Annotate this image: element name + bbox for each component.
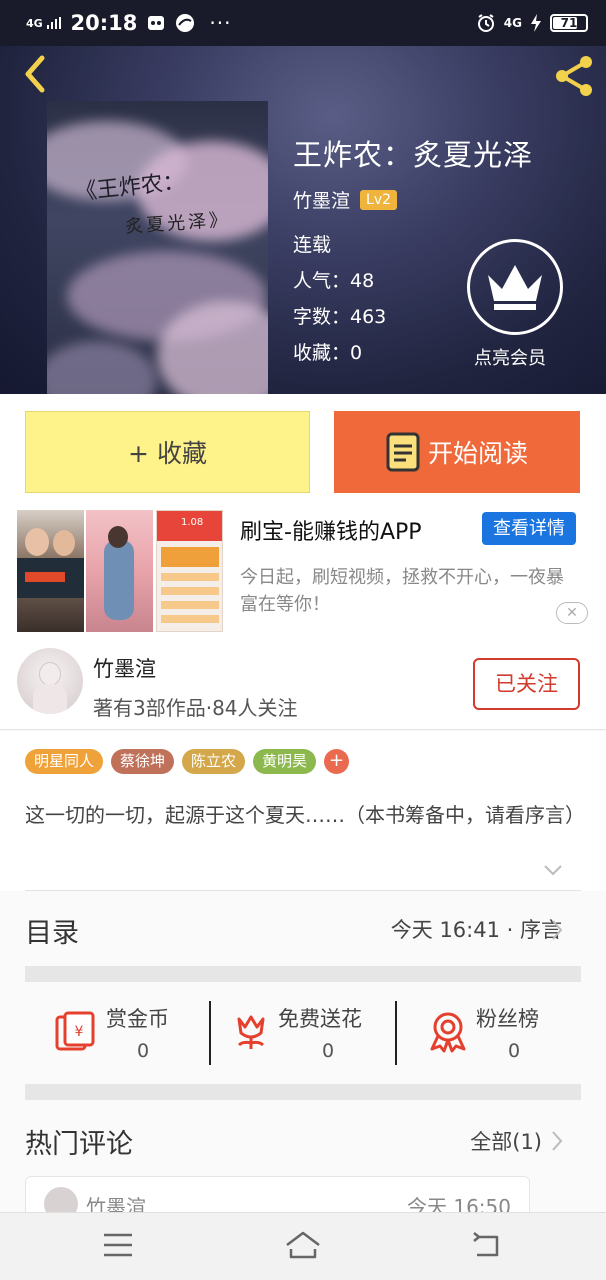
ad-banner[interactable]: 1.08 刷宝-能赚钱的APP 查看详情 今日起，刷短视频，拯救不开心，一夜暴富… [0,504,606,638]
book-cover[interactable]: 《王炸农： 炙夏光泽》 [47,101,268,394]
status-bar: 4G 20:18 ··· 4G 71 [0,0,606,46]
charging-icon [531,14,541,32]
system-nav-bar [0,1212,606,1280]
start-reading-button[interactable]: 开始阅读 [334,411,580,493]
toc-row[interactable]: 目录 今天 16:41 · 序言 [0,891,606,966]
start-reading-label: 开始阅读 [427,439,528,468]
clock: 20:18 [70,11,138,35]
menu-icon[interactable] [98,1227,138,1263]
tag-pill[interactable]: 明星同人 [25,749,104,774]
home-icon[interactable] [283,1227,323,1263]
author-info: 著有3部作品·84人关注 [93,696,298,720]
app-notification-icon [148,16,165,30]
crown-icon [488,265,542,310]
chevron-right-icon [552,920,563,940]
network-type: 4G [503,16,522,30]
alarm-icon [477,14,494,32]
comments-all-link[interactable]: 全部(1) [470,1126,542,1156]
tag-pill[interactable]: 黄明昊 [253,749,317,774]
author-avatar[interactable] [17,648,83,714]
section-divider [25,1084,581,1100]
section-divider [25,966,581,982]
author-line: 竹墨渲 Lv2 [293,186,398,213]
more-notifications-icon: ··· [209,11,232,35]
member-label[interactable]: 点亮会员 [474,344,546,370]
svg-text:¥: ¥ [75,1024,84,1040]
medal-icon [430,1012,466,1053]
book-favorites: 收藏：0 [293,342,363,364]
toc-latest-chapter: 今天 16:41 · 序言 [390,918,562,942]
follow-button[interactable]: 已关注 [473,658,580,710]
book-intro: 明星同人 蔡徐坤 陈立农 黄明昊 + 这一切的一切，起源于这个夏天……（本书筹备中，请看… [0,731,606,891]
back-arrow-icon[interactable] [16,54,56,94]
stat-label: 赏金币 [106,1007,169,1031]
flower-icon [237,1015,265,1049]
stat-value: 0 [137,1040,150,1062]
divider [395,1001,397,1065]
signal-icon: 4G [26,17,61,29]
share-icon[interactable] [550,52,598,100]
stat-fan-ranking[interactable]: 粉丝榜 0 [420,983,580,1083]
book-icon [386,432,420,472]
stat-value: 0 [508,1040,521,1062]
author-card[interactable]: 竹墨渲 著有3部作品·84人关注 已关注 [0,638,606,730]
book-popularity: 人气：48 [293,270,375,292]
stat-reward-coin[interactable]: ¥ 赏金币 0 [45,983,205,1083]
ad-description: 今日起，刷短视频，拯救不开心，一夜暴富在等你！ [240,567,564,615]
stat-label: 粉丝榜 [476,1007,539,1031]
tag-pill[interactable]: 蔡徐坤 [111,749,175,774]
chevron-down-icon[interactable] [543,863,563,877]
tag-list: 明星同人 蔡徐坤 陈立农 黄明昊 + [25,749,350,774]
ad-close-button[interactable]: ✕ [556,602,588,624]
chevron-right-icon[interactable] [550,1130,564,1152]
action-bar: + 收藏 开始阅读 [0,394,606,504]
stats-row: ¥ 赏金币 0 免费送花 0 粉丝榜 0 [0,983,606,1084]
stat-value: 0 [322,1040,335,1062]
member-button[interactable] [467,239,563,335]
ad-image-2 [86,510,153,632]
tag-pill[interactable]: 陈立农 [182,749,246,774]
ad-image-3: 1.08 [156,510,223,632]
book-detail-page: 4G 20:18 ··· 4G 71 《王炸农： 炙夏光泽》 王炸农：炙夏光泽 … [0,0,606,1280]
red-envelope-icon: ¥ [55,1011,95,1051]
ad-detail-button[interactable]: 查看详情 [482,512,576,545]
book-word-count: 字数：463 [293,306,387,328]
stat-label: 免费送花 [278,1007,362,1031]
ad-image-money: 1.08 [181,517,204,528]
collect-button[interactable]: + 收藏 [25,411,310,493]
battery-indicator: 71 [550,14,588,32]
ad-title: 刷宝-能赚钱的APP [240,520,422,545]
hot-comments: 热门评论 全部(1) 竹墨渲 今天 16:50 [0,1100,606,1226]
book-status: 连载 [293,234,332,256]
stat-free-flower[interactable]: 免费送花 0 [225,983,390,1083]
ad-image-1 [17,510,84,632]
divider [209,1001,211,1065]
add-tag-button[interactable]: + [324,749,350,774]
app-notification-icon-2 [176,14,195,32]
book-header: 《王炸农： 炙夏光泽》 王炸农：炙夏光泽 竹墨渲 Lv2 连载 人气：48 字数… [0,46,606,394]
toc-title: 目录 [25,918,79,949]
intro-text: 这一切的一切，起源于这个夏天……（本书筹备中，请看序言） [25,803,585,827]
author-name[interactable]: 竹墨渲 [93,653,156,683]
comments-title: 热门评论 [25,1129,133,1160]
back-icon[interactable] [467,1227,507,1263]
book-title: 王炸农：炙夏光泽 [293,138,534,172]
book-author[interactable]: 竹墨渲 [293,186,350,213]
level-badge: Lv2 [360,189,398,210]
